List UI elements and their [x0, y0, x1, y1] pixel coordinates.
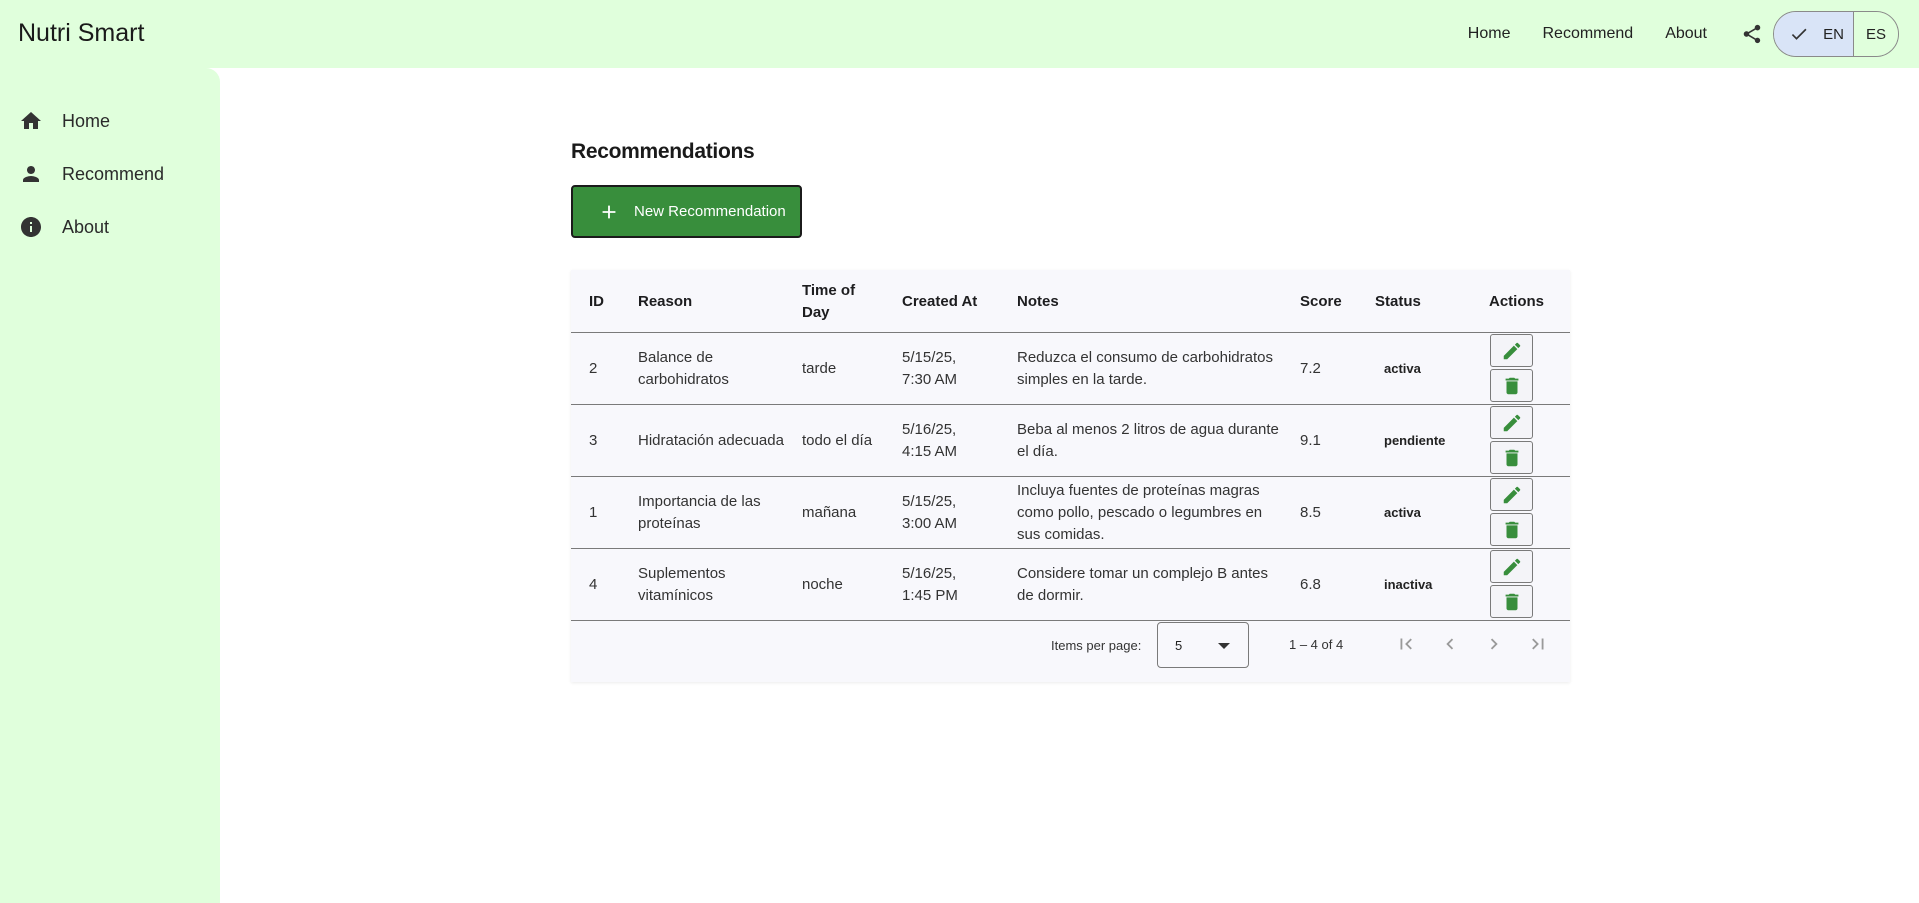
nav-link-about[interactable]: About: [1665, 25, 1707, 43]
delete-button[interactable]: [1490, 369, 1533, 402]
cell-notes: Beba al menos 2 litros de agua durante e…: [1017, 421, 1279, 460]
cell-status: pendiente: [1384, 433, 1446, 448]
column-header-id[interactable]: ID: [589, 270, 604, 333]
chevron-left-icon: [1446, 638, 1454, 650]
sidebar-item-label: Home: [62, 110, 111, 131]
cell-id: 3: [589, 432, 598, 449]
cell-reason: Suplementos vitamínicos: [638, 565, 726, 604]
cell-status: inactiva: [1384, 577, 1433, 592]
cell-created-at: 5/15/25, 7:30 AM: [902, 349, 958, 388]
cell-status: activa: [1384, 505, 1421, 520]
cell-id: 2: [589, 360, 598, 377]
edit-button[interactable]: [1490, 478, 1533, 511]
home-icon: [18, 108, 44, 134]
items-per-page-value: 5: [1175, 638, 1183, 653]
column-header-reason[interactable]: Reason: [638, 270, 692, 333]
cell-created-at: 5/15/25, 3:00 AM: [902, 493, 958, 532]
table-row: 2 Balance de carbohidratos tarde 5/15/25…: [571, 333, 1570, 405]
column-header-notes[interactable]: Notes: [1017, 270, 1059, 333]
edit-button[interactable]: [1490, 334, 1533, 367]
column-header-status[interactable]: Status: [1375, 270, 1421, 333]
language-label-es: ES: [1865, 25, 1886, 43]
dropdown-arrow-icon: [1218, 643, 1230, 649]
info-icon: [18, 214, 44, 240]
new-recommendation-label: New Recommendation: [634, 203, 786, 220]
cell-score: 9.1: [1300, 432, 1321, 449]
first-page-button[interactable]: [1394, 632, 1418, 656]
trash-icon: [1505, 593, 1518, 610]
cell-score: 6.8: [1300, 576, 1321, 593]
language-toggle: EN ES: [1773, 11, 1899, 57]
sidebar-item-recommend[interactable]: Recommend: [18, 159, 164, 189]
table-row: 3 Hidratación adecuada todo el día 5/16/…: [571, 405, 1570, 477]
cell-status: activa: [1384, 361, 1421, 376]
table-row: 1 Importancia de las proteínas mañana 5/…: [571, 477, 1570, 549]
cell-notes: Incluya fuentes de proteínas magras como…: [1017, 482, 1263, 543]
column-header-created-at[interactable]: Created At: [902, 270, 977, 333]
pencil-icon: [1503, 414, 1520, 431]
table-row: 4 Suplementos vitamínicos noche 5/16/25,…: [571, 549, 1570, 621]
nav-link-home[interactable]: Home: [1468, 25, 1511, 43]
delete-button[interactable]: [1490, 441, 1533, 474]
cell-reason: Importancia de las proteínas: [638, 493, 761, 532]
pencil-icon: [1503, 558, 1520, 575]
items-per-page-label: Items per page:: [1051, 638, 1142, 653]
items-per-page-select[interactable]: 5: [1157, 622, 1249, 668]
cell-time-of-day: mañana: [802, 504, 857, 521]
cell-id: 4: [589, 576, 598, 593]
table-header: ID Reason Time of Day Created At Notes S…: [571, 270, 1570, 333]
cell-score: 7.2: [1300, 360, 1321, 377]
cell-time-of-day: tarde: [802, 360, 837, 377]
last-page-button[interactable]: [1526, 632, 1550, 656]
trash-icon: [1505, 521, 1518, 538]
recommendations-table: ID Reason Time of Day Created At Notes S…: [571, 270, 1570, 682]
cell-created-at: 5/16/25, 4:15 AM: [902, 421, 958, 460]
main-content: Recommendations New Recommendation ID Re…: [571, 140, 1570, 682]
pencil-icon: [1503, 486, 1520, 503]
sidebar-item-about[interactable]: About: [18, 212, 109, 242]
next-page-button[interactable]: [1482, 632, 1506, 656]
share-icon[interactable]: [1739, 21, 1765, 47]
first-page-icon: [1400, 638, 1412, 650]
cell-time-of-day: todo el día: [802, 432, 873, 449]
app-title: Nutri Smart: [18, 19, 145, 47]
column-header-actions: Actions: [1489, 292, 1545, 310]
person-icon: [18, 161, 44, 187]
cell-score: 8.5: [1300, 504, 1321, 521]
top-toolbar: Nutri Smart Home Recommend About EN ES: [0, 0, 1919, 68]
nav-link-recommend[interactable]: Recommend: [1542, 25, 1633, 43]
sidebar: Home Recommend About: [0, 68, 220, 903]
language-option-en[interactable]: EN: [1774, 12, 1854, 56]
last-page-icon: [1532, 638, 1544, 650]
check-icon: [1789, 24, 1809, 44]
delete-button[interactable]: [1490, 513, 1533, 546]
edit-button[interactable]: [1490, 550, 1533, 583]
language-label-en: EN: [1823, 25, 1844, 43]
chevron-right-icon: [1490, 638, 1498, 650]
sidebar-item-label: Recommend: [62, 163, 165, 184]
trash-icon: [1505, 449, 1518, 466]
sidebar-item-home[interactable]: Home: [18, 106, 110, 136]
new-recommendation-button[interactable]: New Recommendation: [571, 185, 802, 238]
plus-icon: [598, 201, 620, 223]
page-title: Recommendations: [571, 140, 755, 163]
cell-created-at: 5/16/25, 1:45 PM: [902, 565, 958, 604]
top-nav: Home Recommend About EN ES: [1468, 11, 1899, 57]
pencil-icon: [1503, 342, 1520, 359]
cell-reason: Balance de carbohidratos: [638, 349, 729, 388]
trash-icon: [1505, 377, 1518, 394]
edit-button[interactable]: [1490, 406, 1533, 439]
cell-time-of-day: noche: [802, 576, 843, 593]
language-option-es[interactable]: ES: [1854, 12, 1898, 56]
paginator: Items per page: 5 1 – 4 of 4: [571, 612, 1570, 682]
cell-notes: Reduzca el consumo de carbohidratos simp…: [1017, 349, 1273, 388]
sidebar-item-label: About: [62, 216, 110, 237]
cell-reason: Hidratación adecuada: [638, 432, 784, 449]
cell-id: 1: [589, 504, 598, 521]
page-range-label: 1 – 4 of 4: [1289, 637, 1344, 652]
column-header-score[interactable]: Score: [1300, 270, 1342, 333]
column-header-time-of-day[interactable]: Time of Day: [802, 270, 872, 333]
previous-page-button[interactable]: [1438, 632, 1462, 656]
cell-notes: Considere tomar un complejo B antes de d…: [1017, 565, 1268, 604]
